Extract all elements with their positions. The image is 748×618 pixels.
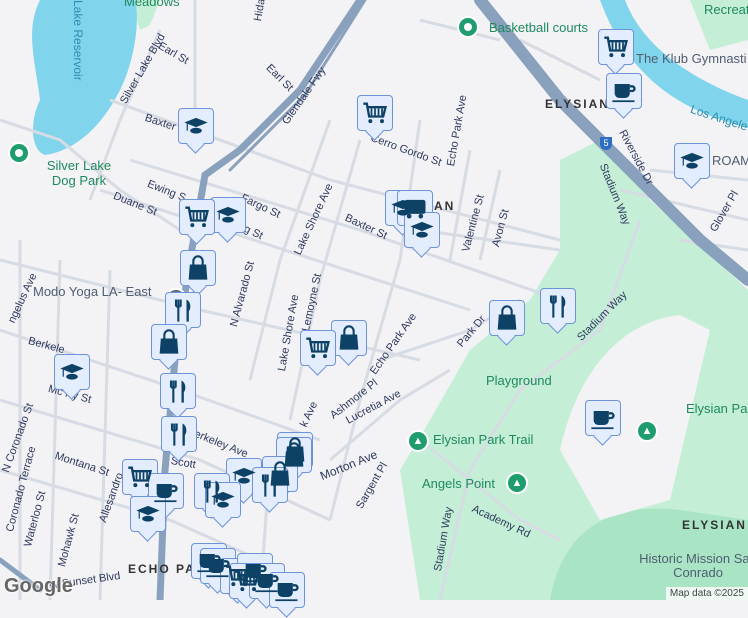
place-label-elysian-park[interactable]: Elysian Pa: [686, 401, 747, 416]
fork-icon: [165, 420, 193, 448]
place-label-basketball-courts[interactable]: Basketball courts: [489, 20, 588, 35]
tree-icon[interactable]: ▲: [407, 430, 429, 452]
shopping-marker[interactable]: [180, 250, 216, 286]
place-label-meadows: Meadows: [124, 0, 180, 9]
school-marker[interactable]: [130, 496, 166, 532]
shopping-marker[interactable]: [331, 320, 367, 356]
grocery-marker[interactable]: [179, 199, 215, 235]
bag-icon: [335, 324, 363, 352]
school-marker[interactable]: [404, 212, 440, 248]
school-icon: [678, 147, 706, 175]
place-label-reservoir: Lake Reservoir: [71, 0, 85, 81]
place-label-recreation: Recreat: [704, 2, 748, 17]
shopping-marker[interactable]: [489, 300, 525, 336]
cart-icon: [183, 203, 211, 231]
cart-icon: [361, 99, 389, 127]
school-icon: [214, 201, 242, 229]
area-label-partial: AN: [434, 199, 456, 213]
grocery-marker[interactable]: [357, 95, 393, 131]
fork-icon: [256, 471, 284, 499]
park-pin-icon[interactable]: [8, 142, 30, 164]
bag-icon: [184, 254, 212, 282]
map-attribution[interactable]: Map data ©2025: [665, 587, 748, 600]
restaurant-marker[interactable]: [165, 292, 201, 328]
place-label-dog-park[interactable]: Silver Lake Dog Park: [44, 158, 114, 188]
place-label-angels-point[interactable]: Angels Point: [422, 476, 495, 491]
google-logo: Google: [4, 575, 73, 597]
restaurant-marker[interactable]: [161, 416, 197, 452]
coffee-icon: [589, 404, 617, 432]
school-marker[interactable]: [210, 197, 246, 233]
restaurant-marker[interactable]: [540, 288, 576, 324]
school-marker[interactable]: [674, 143, 710, 179]
school-marker[interactable]: [205, 482, 241, 518]
tree-icon[interactable]: ▲: [636, 420, 658, 442]
grocery-marker[interactable]: [598, 29, 634, 65]
cafe-marker[interactable]: [269, 572, 305, 608]
cafe-marker[interactable]: [606, 73, 642, 109]
school-marker[interactable]: [54, 354, 90, 390]
bag-icon: [493, 304, 521, 332]
cart-icon: [304, 334, 332, 362]
place-label-elysian-park-trail[interactable]: Elysian Park Trail: [433, 432, 533, 447]
fork-icon: [544, 292, 572, 320]
place-label-playground[interactable]: Playground: [486, 373, 552, 388]
fork-icon: [169, 296, 197, 324]
fork-icon: [164, 377, 192, 405]
area-label-echo-park: ECHO PA: [128, 562, 196, 576]
school-icon: [58, 358, 86, 386]
place-label-modo-yoga[interactable]: Modo Yoga LA- East: [33, 284, 152, 299]
place-label-roam[interactable]: ROAM: [712, 153, 748, 168]
interstate-5-shield: 5: [600, 137, 612, 150]
school-marker[interactable]: [178, 108, 214, 144]
cart-icon: [602, 33, 630, 61]
coffee-icon: [610, 77, 638, 105]
bag-icon: [155, 328, 183, 356]
restaurant-marker[interactable]: [160, 373, 196, 409]
school-icon: [134, 500, 162, 528]
restaurant-marker[interactable]: [252, 467, 288, 503]
tree-icon[interactable]: ▲: [506, 472, 528, 494]
school-icon: [209, 486, 237, 514]
grocery-marker[interactable]: [300, 330, 336, 366]
shopping-marker[interactable]: [151, 324, 187, 360]
place-label-historic-mission[interactable]: Historic Mission San Conrado: [638, 552, 748, 580]
school-icon: [408, 216, 436, 244]
place-label-klub-gymnastics[interactable]: The Klub Gymnasti: [636, 51, 747, 66]
cafe-marker[interactable]: [585, 400, 621, 436]
park-pin-icon[interactable]: [457, 16, 479, 38]
school-icon: [182, 112, 210, 140]
area-label-elysian-park: ELYSIAN: [682, 518, 747, 532]
cart-icon: [126, 463, 154, 491]
